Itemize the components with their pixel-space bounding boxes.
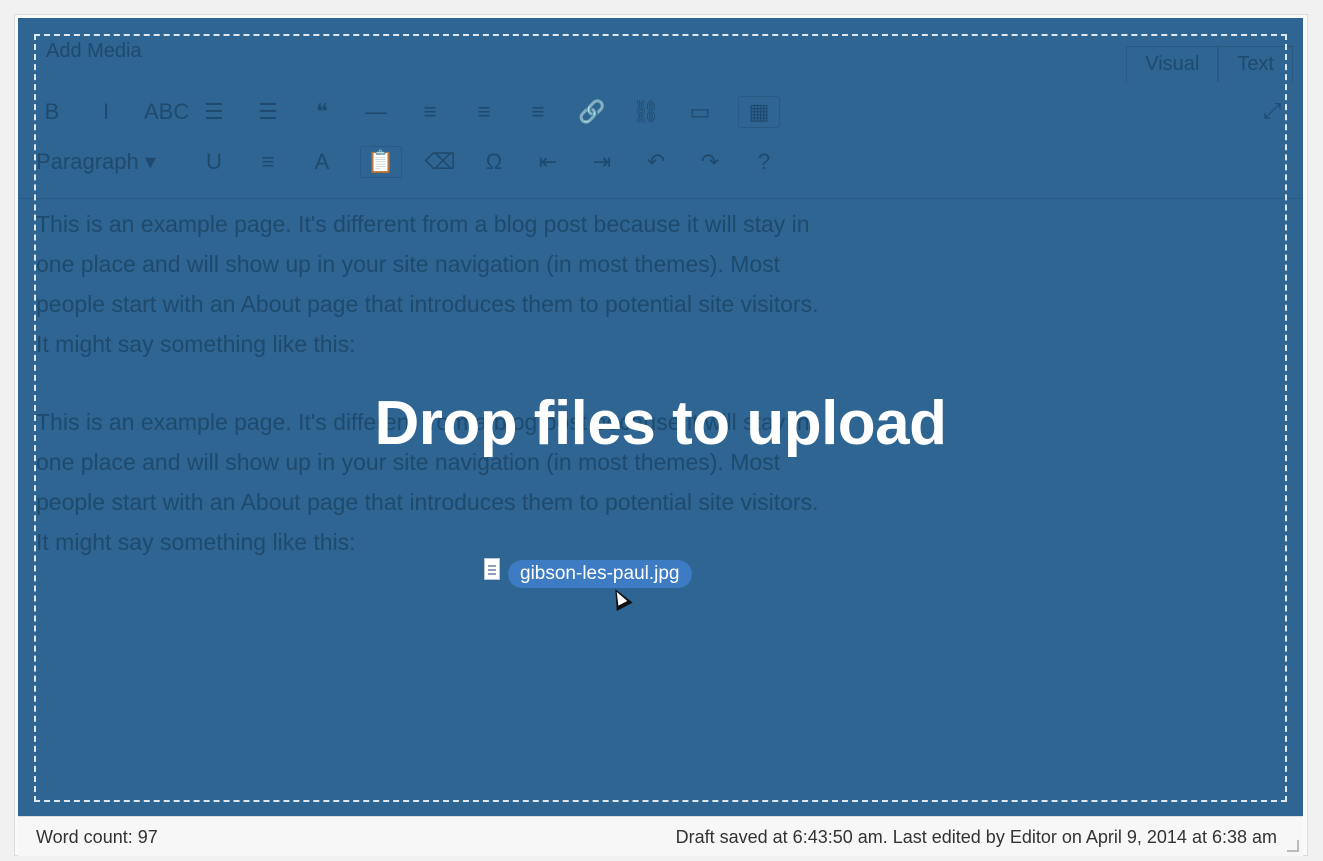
dragged-file-name: gibson-les-paul.jpg bbox=[508, 560, 692, 588]
draft-status: Draft saved at 6:43:50 am. Last edited b… bbox=[675, 827, 1277, 847]
word-count: Word count: 97 bbox=[36, 827, 158, 847]
file-icon bbox=[484, 558, 500, 580]
dragged-file[interactable]: gibson-les-paul.jpg bbox=[484, 558, 692, 588]
resize-handle-icon[interactable] bbox=[1287, 840, 1299, 852]
status-bar: Word count: 97 Draft saved at 6:43:50 am… bbox=[18, 816, 1303, 856]
drop-zone-overlay[interactable]: Add Media Visual Text B I ABC ☰ ☰ ❝ — ≡ … bbox=[18, 18, 1303, 816]
drop-files-title: Drop files to upload bbox=[374, 389, 947, 458]
